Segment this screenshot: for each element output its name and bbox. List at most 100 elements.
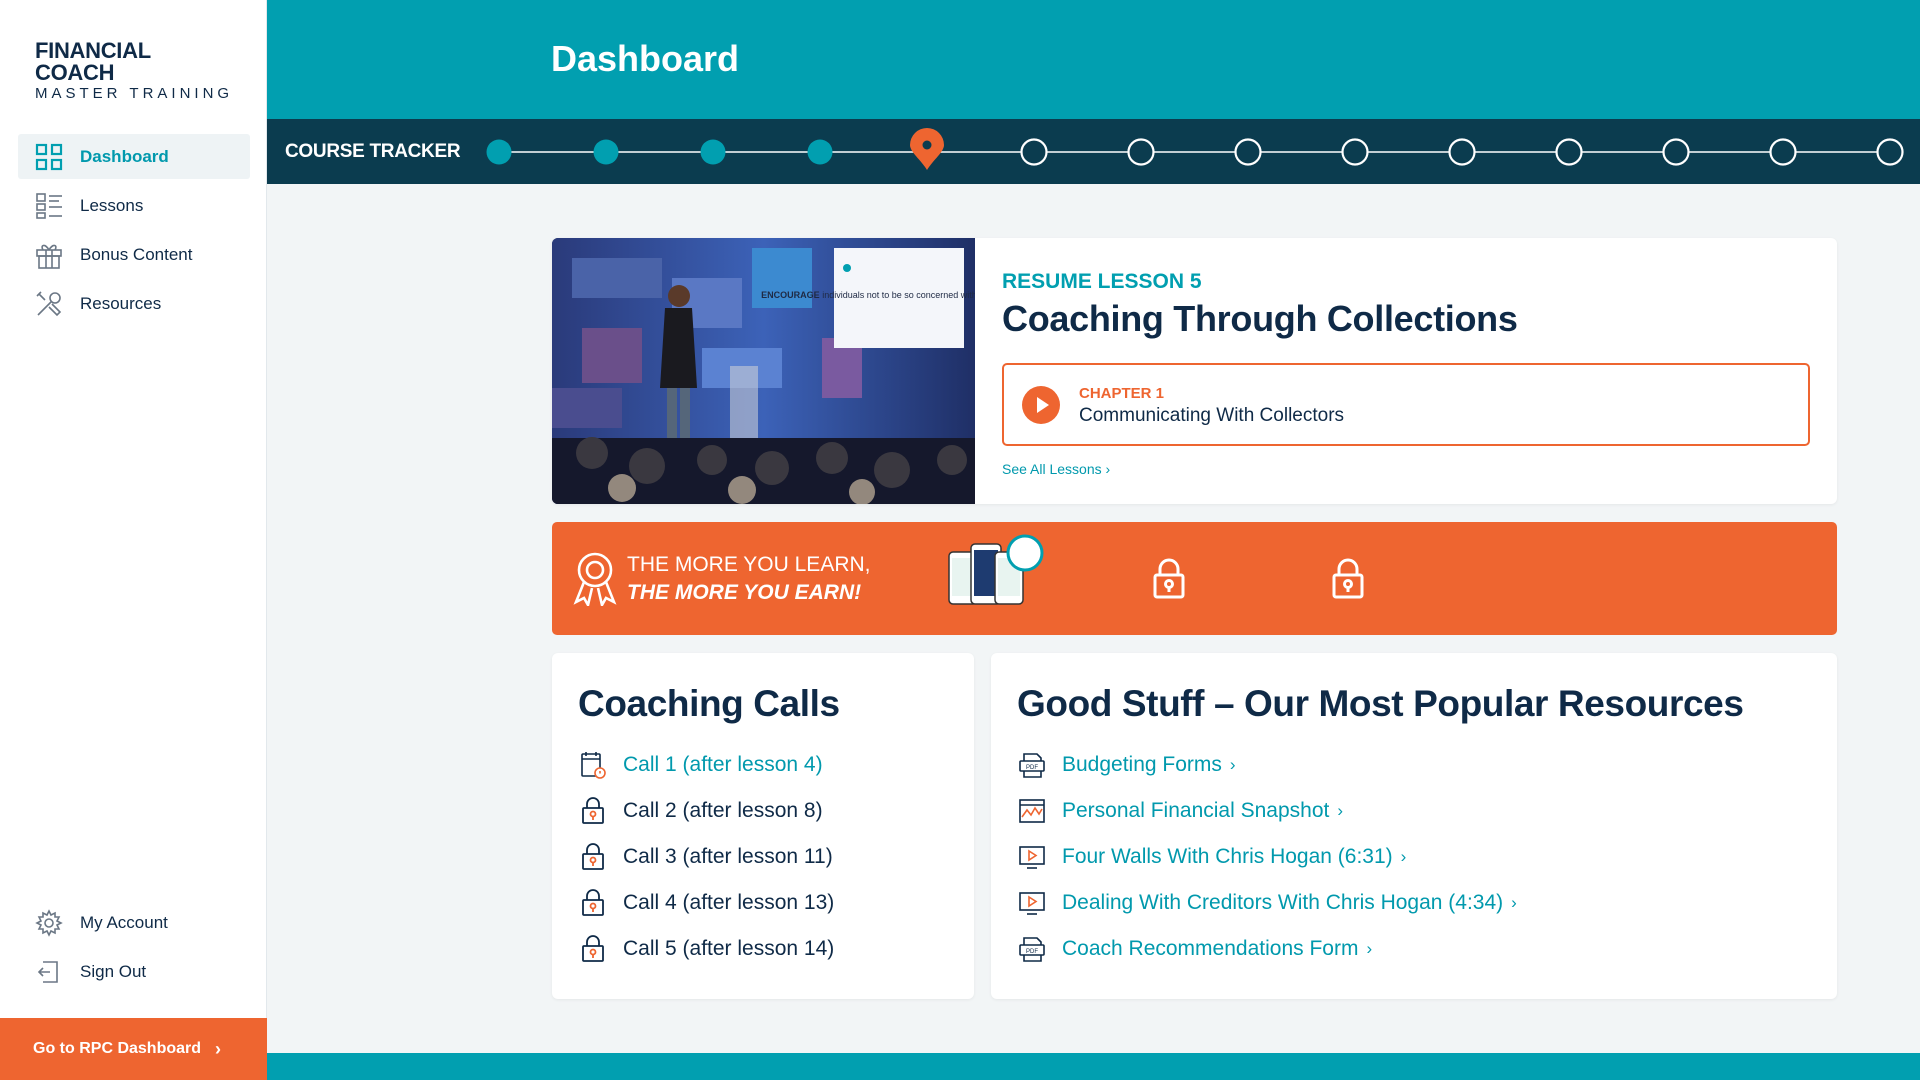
gear-icon — [34, 908, 64, 938]
list-item[interactable]: Personal Financial Snapshot › — [1017, 788, 1517, 834]
play-icon — [1022, 386, 1060, 424]
sidebar-item-resources[interactable]: Resources — [18, 281, 250, 326]
chevron-right-icon: › — [1337, 801, 1344, 820]
tracker-step-upcoming[interactable] — [1020, 138, 1048, 166]
chapter-label: CHAPTER 1 — [1079, 385, 1165, 402]
chevron-right-icon: › — [1366, 939, 1373, 958]
sign-out-icon — [34, 957, 64, 987]
popular-resources-list: PDF Budgeting Forms › Personal Financial … — [1017, 742, 1517, 972]
pdf-icon: PDF — [1017, 750, 1047, 780]
rewards-banner: THE MORE YOU LEARN, THE MORE YOU EARN! — [552, 522, 1837, 635]
logo[interactable]: FINANCIAL COACH MASTER TRAINING — [35, 38, 235, 103]
video-icon — [1017, 842, 1047, 872]
sidebar-item-dashboard[interactable]: Dashboard — [18, 134, 250, 179]
coaching-calls-title: Coaching Calls — [578, 683, 840, 724]
sidebar-item-bonus-content[interactable]: Bonus Content — [18, 232, 250, 277]
lock-icon — [578, 842, 608, 872]
sidebar-item-label: My Account — [80, 912, 168, 932]
sidebar-nav: Dashboard Lessons Bonus Content Resource… — [18, 134, 250, 330]
tracker-step-completed[interactable] — [486, 139, 512, 165]
coaching-calls-card: Coaching Calls Call 1 (after lesson 4) C… — [552, 653, 974, 999]
lock-icon — [578, 796, 608, 826]
call-label: Call 2 (after lesson 8) — [623, 799, 823, 822]
tracker-step-completed[interactable] — [807, 139, 833, 165]
list-item: Call 3 (after lesson 11) — [578, 834, 834, 880]
sidebar-item-label: Dashboard — [80, 146, 169, 166]
chapter-title: Communicating With Collectors — [1079, 405, 1345, 426]
call-label: Call 3 (after lesson 11) — [623, 845, 833, 868]
resource-label: Coach Recommendations Form — [1062, 937, 1359, 960]
page-title: Dashboard — [551, 38, 740, 79]
logo-line-2: MASTER TRAINING — [35, 85, 234, 102]
pdf-icon: PDF — [1017, 934, 1047, 964]
tracker-step-upcoming[interactable] — [1662, 138, 1690, 166]
tracker-step-upcoming[interactable] — [1234, 138, 1262, 166]
chevron-right-icon: › — [1511, 893, 1517, 912]
tracker-step-upcoming[interactable] — [1341, 138, 1369, 166]
see-all-lessons-label: See All Lessons — [1002, 461, 1102, 477]
lesson-video-thumbnail[interactable]: ENCOURAGE individuals not to be so conce… — [552, 238, 975, 504]
rpc-dashboard-button[interactable]: Go to RPC Dashboard › — [0, 1018, 267, 1080]
chart-icon — [1017, 796, 1047, 826]
resource-label: Dealing With Creditors With Chris Hogan … — [1062, 891, 1504, 914]
page-footer — [267, 1053, 1920, 1080]
resume-lesson-label: RESUME LESSON 5 — [1002, 270, 1202, 293]
sidebar-item-label: Sign Out — [80, 961, 147, 981]
tracker-step-current[interactable] — [910, 128, 944, 170]
app-reward-icon[interactable] — [947, 530, 1047, 620]
rewards-line-2: THE MORE YOU EARN! — [627, 581, 862, 604]
list-item[interactable]: PDF Budgeting Forms › — [1017, 742, 1517, 788]
rewards-text: THE MORE YOU LEARN, THE MORE YOU EARN! — [627, 551, 871, 607]
rpc-dashboard-label: Go to RPC Dashboard — [33, 1040, 202, 1057]
lock-icon — [578, 934, 608, 964]
tracker-step-completed[interactable] — [593, 139, 619, 165]
sidebar-item-lessons[interactable]: Lessons — [18, 183, 250, 228]
sidebar-item-sign-out[interactable]: Sign Out — [18, 949, 250, 994]
svg-text:PDF: PDF — [1026, 765, 1038, 771]
tracker-step-upcoming[interactable] — [1555, 138, 1583, 166]
chevron-right-icon: › — [1400, 847, 1407, 866]
popular-resources-title: Good Stuff – Our Most Popular Resources — [1017, 683, 1744, 724]
calendar-call-icon — [578, 750, 608, 780]
rewards-line-1: THE MORE YOU LEARN, — [627, 553, 871, 576]
resume-lesson-card: ENCOURAGE individuals not to be so conce… — [552, 238, 1837, 504]
lock-icon — [578, 888, 608, 918]
call-label: Call 5 (after lesson 14) — [623, 937, 835, 960]
call-label: Call 1 (after lesson 4) — [623, 753, 823, 776]
chevron-right-icon: › — [1105, 461, 1111, 477]
list-item: Call 2 (after lesson 8) — [578, 788, 834, 834]
tracker-step-upcoming[interactable] — [1769, 138, 1797, 166]
coaching-calls-list: Call 1 (after lesson 4) Call 2 (after le… — [578, 742, 834, 972]
list-item[interactable]: PDF Coach Recommendations Form › — [1017, 926, 1517, 972]
list-item[interactable]: Dealing With Creditors With Chris Hogan … — [1017, 880, 1517, 926]
resume-chapter-button[interactable]: CHAPTER 1 Communicating With Collectors — [1002, 363, 1810, 446]
course-tracker-steps — [486, 128, 1904, 170]
tracker-step-completed[interactable] — [700, 139, 726, 165]
gift-icon — [34, 240, 64, 270]
sidebar-item-my-account[interactable]: My Account — [18, 900, 250, 945]
list-item[interactable]: Call 1 (after lesson 4) — [578, 742, 834, 788]
lock-icon — [1153, 558, 1185, 599]
resource-label: Budgeting Forms — [1062, 753, 1222, 776]
call-label: Call 4 (after lesson 13) — [623, 891, 835, 914]
see-all-lessons-link[interactable]: See All Lessons › — [1002, 461, 1110, 477]
resource-label: Four Walls With Chris Hogan (6:31) — [1062, 845, 1393, 868]
resource-label: Personal Financial Snapshot — [1062, 799, 1330, 822]
tracker-step-upcoming[interactable] — [1876, 138, 1904, 166]
tracker-step-upcoming[interactable] — [1127, 138, 1155, 166]
list-item[interactable]: Four Walls With Chris Hogan (6:31) › — [1017, 834, 1517, 880]
course-tracker: COURSE TRACKER — [267, 119, 1920, 184]
logo-line-1: FINANCIAL COACH — [35, 38, 151, 85]
chevron-right-icon: › — [1229, 755, 1236, 774]
award-ribbon-icon — [573, 552, 617, 606]
resume-lesson-title[interactable]: Coaching Through Collections — [1002, 298, 1518, 340]
tracker-step-upcoming[interactable] — [1448, 138, 1476, 166]
sidebar-item-label: Bonus Content — [80, 244, 193, 264]
sidebar: FINANCIAL COACH MASTER TRAINING Dashboar… — [0, 0, 267, 1080]
lock-icon — [1332, 558, 1364, 599]
sidebar-item-label: Resources — [80, 293, 162, 313]
list-item: Call 4 (after lesson 13) — [578, 880, 834, 926]
svg-text:PDF: PDF — [1026, 949, 1038, 955]
tools-icon — [34, 289, 64, 319]
list-icon — [34, 191, 64, 221]
